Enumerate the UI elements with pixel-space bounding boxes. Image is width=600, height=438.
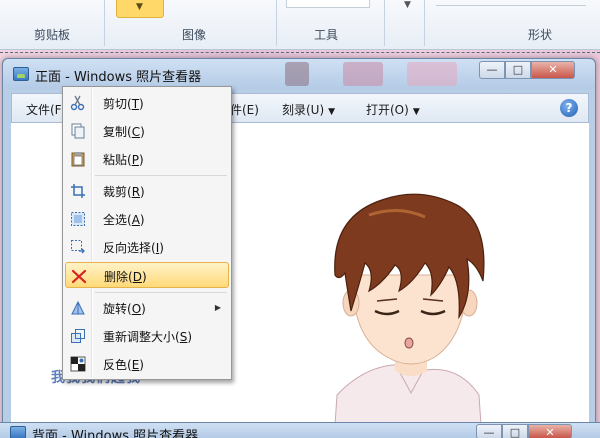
menu-item-crop[interactable]: 裁剪(R) [65, 178, 229, 204]
ribbon-group-image: 图像 [182, 28, 207, 42]
menu-item-label: 反色 [103, 358, 128, 372]
menu-file-label: 文件(F [26, 103, 62, 117]
menu-item-delete[interactable]: 删除(D) [65, 262, 229, 288]
ribbon-group-clipboard: 剪贴板 [34, 28, 71, 42]
menu-item-label: 反向选择 [103, 241, 152, 255]
menu-item-select-all[interactable]: 全选(A) [65, 206, 229, 232]
maximize-button[interactable]: □ [505, 61, 531, 79]
ribbon-separator [104, 0, 105, 46]
menu-item-resize[interactable]: 重新调整大小(S) [65, 323, 229, 349]
menu-item-accelerator: O [131, 302, 142, 316]
menu-item-label: 粘贴 [103, 153, 128, 167]
photo-viewer-icon [13, 67, 29, 81]
menu-item-accelerator: S [179, 330, 188, 344]
submenu-arrow-icon: ▶ [214, 303, 221, 312]
ribbon-selected-button[interactable]: ▼ [116, 0, 164, 18]
photo-viewer-icon [10, 426, 26, 438]
menu-item-accelerator: R [131, 185, 141, 199]
menu-open-label: 打开(O) [366, 103, 409, 117]
window-title: 正面 - Windows 照片查看器 [35, 70, 202, 85]
chevron-down-icon[interactable]: ▼ [404, 0, 411, 10]
invert-selection-icon [70, 239, 86, 255]
background-photo-thumb [343, 62, 383, 86]
menu-item-accelerator: C [131, 125, 141, 139]
menu-separator [95, 175, 227, 176]
menu-item-invert-selection[interactable]: 反向选择(I) [65, 234, 229, 260]
maximize-button[interactable]: □ [502, 424, 528, 438]
menu-file[interactable]: 文件(F [26, 101, 62, 118]
menu-item-invert-color[interactable]: 反色(E) [65, 351, 229, 377]
menu-email-label: 件(E) [230, 103, 259, 117]
menu-email[interactable]: 件(E) [230, 101, 259, 118]
close-button[interactable]: ✕ [528, 424, 572, 438]
paste-icon [70, 151, 86, 167]
menu-item-accelerator: T [131, 97, 140, 111]
menu-item-accelerator: A [131, 213, 140, 227]
menu-item-label: 删除 [104, 270, 129, 284]
selection-border [0, 52, 600, 53]
menu-item-label: 重新调整大小 [103, 330, 176, 344]
menu-item-accelerator: P [131, 153, 139, 167]
ribbon-separator [424, 0, 425, 46]
ribbon-separator [384, 0, 385, 46]
menu-item-label: 复制 [103, 125, 128, 139]
ribbon-tools-box[interactable] [286, 0, 370, 8]
title-bar[interactable]: 正面 - Windows 照片查看器 — □ ✕ [3, 59, 595, 89]
background-photo-thumb [407, 62, 457, 86]
copy-icon [70, 123, 86, 139]
menu-burn[interactable]: 刻录(U) ▼ [282, 101, 335, 118]
minimize-button[interactable]: — [479, 61, 505, 79]
menu-item-paste[interactable]: 粘贴(P) [65, 146, 229, 172]
menu-item-accelerator: D [132, 270, 142, 284]
menu-item-rotate[interactable]: 旋转(O) ▶ [65, 295, 229, 321]
crop-icon [70, 183, 86, 199]
chevron-down-icon: ▼ [412, 107, 420, 117]
menu-item-copy[interactable]: 复制(C) [65, 118, 229, 144]
scissors-icon [70, 95, 86, 111]
ribbon-group-tools: 工具 [314, 28, 339, 42]
invert-color-icon [70, 356, 86, 372]
resize-icon [70, 328, 86, 344]
ribbon-separator [276, 0, 277, 46]
chevron-down-icon: ▼ [328, 107, 336, 117]
menu-separator [95, 292, 227, 293]
photo-viewer-window-2[interactable]: 背面 - Windows 照片查看器 — □ ✕ [0, 422, 600, 438]
minimize-button[interactable]: — [476, 424, 502, 438]
menu-item-label: 全选 [103, 213, 128, 227]
ribbon-group-shapes: 形状 [528, 28, 553, 42]
select-all-icon [70, 211, 86, 227]
background-photo-thumb [285, 62, 309, 86]
menu-item-label: 旋转 [103, 302, 128, 316]
menu-open[interactable]: 打开(O) ▼ [366, 101, 420, 118]
menu-item-accelerator: I [155, 241, 160, 255]
context-menu: 剪切(T) 复制(C) 粘贴(P) 裁剪(R) 全选(A) 反向选择(I) 删除… [62, 86, 232, 380]
menu-burn-label: 刻录(U) [282, 103, 325, 117]
help-icon[interactable]: ? [560, 99, 578, 117]
menu-item-accelerator: E [131, 358, 140, 372]
delete-icon [71, 268, 87, 284]
close-button[interactable]: ✕ [531, 61, 575, 79]
rotate-icon [70, 300, 86, 316]
paint-ribbon: ▼ ▼ 剪贴板 图像 工具 形状 [0, 0, 600, 50]
menu-item-label: 剪切 [103, 97, 128, 111]
window-title-2: 背面 - Windows 照片查看器 [32, 429, 199, 438]
menu-item-label: 裁剪 [103, 185, 128, 199]
menu-item-cut[interactable]: 剪切(T) [65, 90, 229, 116]
ribbon-shapes-gallery[interactable] [436, 0, 586, 6]
